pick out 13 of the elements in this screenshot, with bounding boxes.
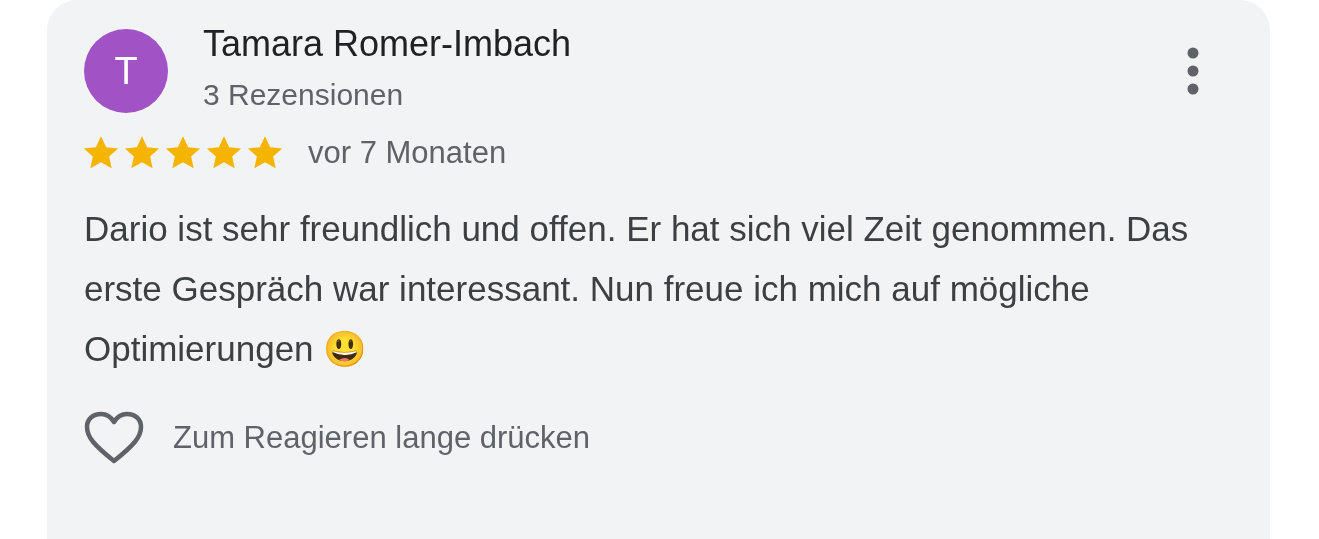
star-icon	[164, 135, 202, 171]
review-text: Dario ist sehr freundlich und offen. Er hat sich viel Zeit genommen. Das erste Gespräch war interessant. Nun freue ich mich auf mögliche Optimierungen 😃	[84, 208, 1190, 370]
avatar[interactable]: T	[84, 29, 168, 113]
reaction-hint: Zum Reagieren lange drücken	[173, 420, 591, 456]
star-icon	[82, 135, 120, 171]
star-icon	[205, 135, 243, 171]
more-options-icon[interactable]	[1186, 47, 1200, 95]
heart-icon[interactable]	[84, 411, 144, 465]
review-time: vor 7 Monaten	[308, 135, 507, 171]
star-icon	[123, 135, 161, 171]
review-count: 3 Rezensionen	[203, 78, 405, 112]
author-name[interactable]: Tamara Romer-Imbach	[203, 22, 1186, 66]
star-icon	[246, 135, 284, 171]
